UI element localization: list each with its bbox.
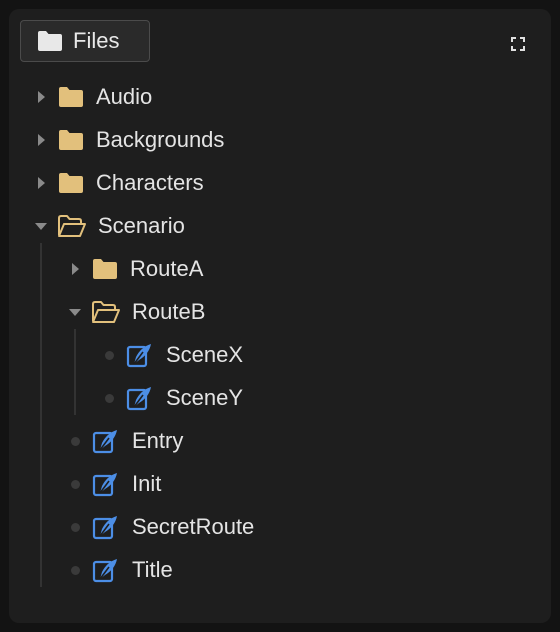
indent-guide <box>40 243 42 587</box>
file-tree: Audio Backgrounds Characters Scenario RouteA… <box>0 0 560 632</box>
tree-folder-backgrounds[interactable]: Backgrounds <box>32 120 224 160</box>
tree-item-label: RouteA <box>130 256 204 281</box>
bullet-dot-icon <box>66 507 84 547</box>
tree-item-label: Scenario <box>98 213 185 238</box>
bullet-dot-icon <box>100 378 118 418</box>
script-edit-icon <box>126 342 154 368</box>
folder-open-icon <box>92 301 120 323</box>
tree-item-label: Backgrounds <box>96 127 225 152</box>
tree-item-label: Init <box>132 471 162 496</box>
bullet-dot-icon <box>100 335 118 375</box>
tree-file-secretroute[interactable]: SecretRoute <box>66 507 254 547</box>
tree-item-label: Title <box>132 557 173 582</box>
bullet-dot-icon <box>66 464 84 504</box>
tree-file-scenex[interactable]: SceneX <box>100 335 243 375</box>
tree-file-sceney[interactable]: SceneY <box>100 378 243 418</box>
tree-item-label: SecretRoute <box>132 514 255 539</box>
indent-guide <box>74 329 76 415</box>
tree-folder-routea[interactable]: RouteA <box>66 249 203 289</box>
script-edit-icon <box>92 557 120 583</box>
bullet-dot-icon <box>66 550 84 590</box>
tree-file-title[interactable]: Title <box>66 550 173 590</box>
bullet-dot-icon <box>66 421 84 461</box>
tree-folder-audio[interactable]: Audio <box>32 77 152 117</box>
chevron-right-icon[interactable] <box>32 120 50 160</box>
folder-open-icon <box>58 215 86 237</box>
script-edit-icon <box>126 385 154 411</box>
tree-item-label: RouteB <box>132 299 206 324</box>
tree-item-label: Entry <box>132 428 184 453</box>
script-edit-icon <box>92 428 120 454</box>
tree-folder-scenario[interactable]: Scenario <box>32 206 185 246</box>
folder-icon <box>92 258 118 280</box>
chevron-right-icon[interactable] <box>66 249 84 289</box>
tree-folder-routeb[interactable]: RouteB <box>66 292 205 332</box>
script-edit-icon <box>92 471 120 497</box>
tree-folder-characters[interactable]: Characters <box>32 163 204 203</box>
tree-file-init[interactable]: Init <box>66 464 161 504</box>
folder-icon <box>58 86 84 108</box>
folder-icon <box>58 129 84 151</box>
folder-icon <box>58 172 84 194</box>
chevron-down-icon[interactable] <box>32 206 50 246</box>
tree-item-label: SceneX <box>166 342 244 367</box>
chevron-right-icon[interactable] <box>32 77 50 117</box>
tree-item-label: SceneY <box>166 385 244 410</box>
chevron-right-icon[interactable] <box>32 163 50 203</box>
tree-item-label: Audio <box>96 84 153 109</box>
tree-item-label: Characters <box>96 170 204 195</box>
script-edit-icon <box>92 514 120 540</box>
chevron-down-icon[interactable] <box>66 292 84 332</box>
tree-file-entry[interactable]: Entry <box>66 421 183 461</box>
